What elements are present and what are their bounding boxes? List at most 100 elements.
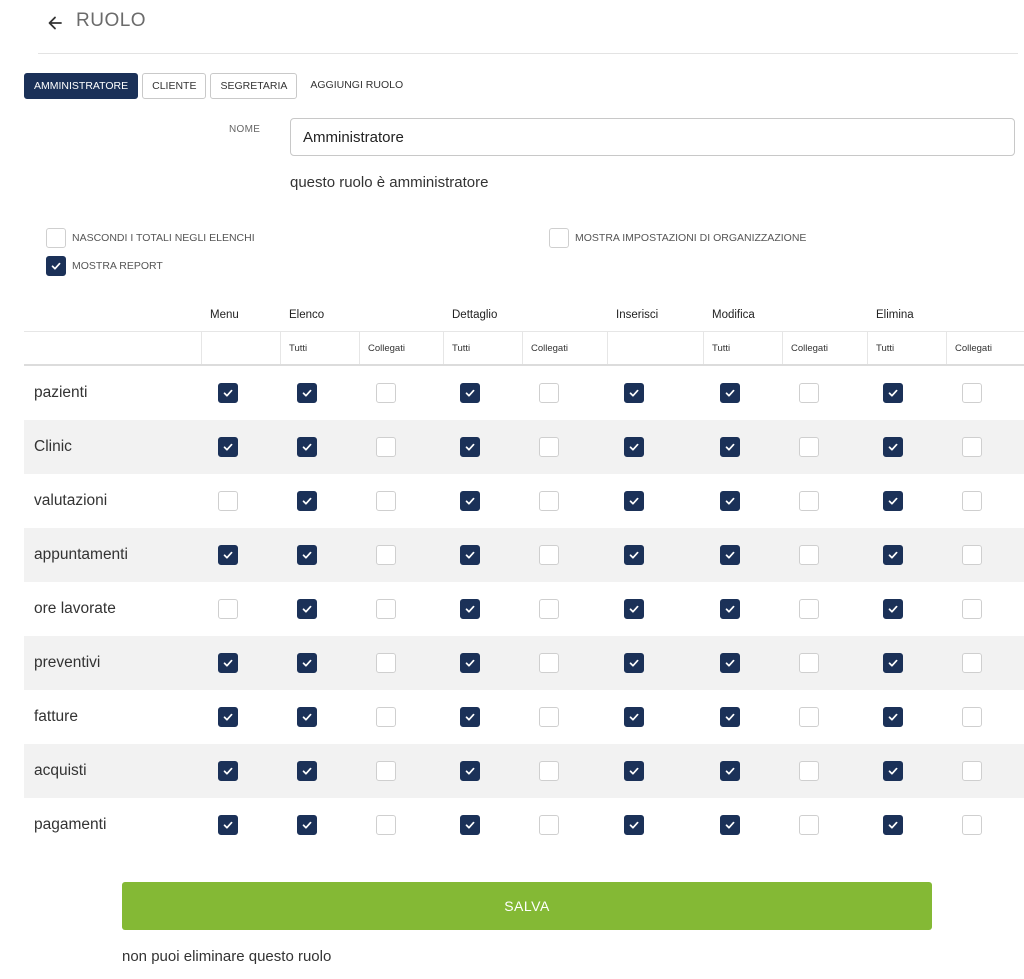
perm-elimina-collegati-checkbox[interactable] (962, 383, 982, 403)
perm-inserisci-checkbox[interactable] (624, 707, 644, 727)
perm-modifica-collegati-checkbox[interactable] (799, 815, 819, 835)
perm-inserisci-checkbox[interactable] (624, 383, 644, 403)
perm-menu-checkbox[interactable] (218, 653, 238, 673)
perm-modifica-tutti-checkbox[interactable] (720, 599, 740, 619)
perm-elimina-tutti-checkbox[interactable] (883, 599, 903, 619)
perm-inserisci-checkbox[interactable] (624, 545, 644, 565)
show-report-checkbox[interactable] (46, 256, 66, 276)
perm-dettaglio-tutti-checkbox[interactable] (460, 545, 480, 565)
tab-cliente[interactable]: CLIENTE (142, 73, 207, 99)
perm-elenco-tutti-checkbox[interactable] (297, 599, 317, 619)
save-button[interactable]: SALVA (122, 882, 932, 930)
perm-dettaglio-tutti-checkbox[interactable] (460, 491, 480, 511)
perm-elimina-collegati-checkbox[interactable] (962, 707, 982, 727)
option-show-report[interactable]: MOSTRA REPORT (46, 256, 163, 276)
show-org-settings-checkbox[interactable] (549, 228, 569, 248)
back-arrow-icon[interactable] (44, 12, 66, 34)
perm-dettaglio-collegati-checkbox[interactable] (539, 545, 559, 565)
perm-dettaglio-tutti-checkbox[interactable] (460, 815, 480, 835)
perm-elimina-tutti-checkbox[interactable] (883, 653, 903, 673)
perm-elenco-collegati-checkbox[interactable] (376, 761, 396, 781)
perm-elenco-tutti-checkbox[interactable] (297, 815, 317, 835)
perm-modifica-tutti-checkbox[interactable] (720, 545, 740, 565)
option-hide-totals[interactable]: NASCONDI I TOTALI NEGLI ELENCHI (46, 228, 255, 248)
perm-elenco-collegati-checkbox[interactable] (376, 707, 396, 727)
perm-inserisci-checkbox[interactable] (624, 437, 644, 457)
perm-elimina-collegati-checkbox[interactable] (962, 437, 982, 457)
perm-elimina-collegati-checkbox[interactable] (962, 815, 982, 835)
perm-menu-checkbox[interactable] (218, 815, 238, 835)
perm-dettaglio-tutti-checkbox[interactable] (460, 383, 480, 403)
perm-elenco-collegati-checkbox[interactable] (376, 653, 396, 673)
perm-dettaglio-collegati-checkbox[interactable] (539, 653, 559, 673)
perm-elenco-tutti-checkbox[interactable] (297, 545, 317, 565)
perm-dettaglio-collegati-checkbox[interactable] (539, 437, 559, 457)
perm-elimina-collegati-checkbox[interactable] (962, 761, 982, 781)
perm-elimina-tutti-checkbox[interactable] (883, 761, 903, 781)
perm-elenco-collegati-checkbox[interactable] (376, 437, 396, 457)
perm-elenco-tutti-checkbox[interactable] (297, 653, 317, 673)
perm-elenco-tutti-checkbox[interactable] (297, 383, 317, 403)
perm-elimina-collegati-checkbox[interactable] (962, 545, 982, 565)
perm-dettaglio-collegati-checkbox[interactable] (539, 815, 559, 835)
tab-amministratore[interactable]: AMMINISTRATORE (24, 73, 139, 99)
perm-elimina-tutti-checkbox[interactable] (883, 707, 903, 727)
perm-modifica-collegati-checkbox[interactable] (799, 761, 819, 781)
perm-elimina-collegati-checkbox[interactable] (962, 599, 982, 619)
perm-modifica-collegati-checkbox[interactable] (799, 599, 819, 619)
perm-modifica-tutti-checkbox[interactable] (720, 707, 740, 727)
perm-elimina-tutti-checkbox[interactable] (883, 491, 903, 511)
perm-modifica-collegati-checkbox[interactable] (799, 707, 819, 727)
perm-modifica-tutti-checkbox[interactable] (720, 437, 740, 457)
perm-elimina-collegati-checkbox[interactable] (962, 653, 982, 673)
option-show-org-settings[interactable]: MOSTRA IMPOSTAZIONI DI ORGANIZZAZIONE (549, 228, 806, 248)
perm-menu-checkbox[interactable] (218, 383, 238, 403)
perm-modifica-collegati-checkbox[interactable] (799, 545, 819, 565)
perm-modifica-tutti-checkbox[interactable] (720, 653, 740, 673)
perm-elenco-collegati-checkbox[interactable] (376, 491, 396, 511)
add-role-link[interactable]: AGGIUNGI RUOLO (301, 73, 412, 99)
perm-dettaglio-collegati-checkbox[interactable] (539, 491, 559, 511)
hide-totals-checkbox[interactable] (46, 228, 66, 248)
perm-dettaglio-collegati-checkbox[interactable] (539, 707, 559, 727)
perm-modifica-collegati-checkbox[interactable] (799, 653, 819, 673)
perm-menu-checkbox[interactable] (218, 491, 238, 511)
perm-modifica-collegati-checkbox[interactable] (799, 491, 819, 511)
perm-modifica-collegati-checkbox[interactable] (799, 437, 819, 457)
perm-dettaglio-tutti-checkbox[interactable] (460, 707, 480, 727)
perm-menu-checkbox[interactable] (218, 599, 238, 619)
perm-dettaglio-tutti-checkbox[interactable] (460, 653, 480, 673)
tab-segretaria[interactable]: SEGRETARIA (210, 73, 298, 99)
perm-modifica-tutti-checkbox[interactable] (720, 815, 740, 835)
perm-dettaglio-collegati-checkbox[interactable] (539, 761, 559, 781)
perm-dettaglio-collegati-checkbox[interactable] (539, 383, 559, 403)
perm-menu-checkbox[interactable] (218, 761, 238, 781)
perm-dettaglio-tutti-checkbox[interactable] (460, 761, 480, 781)
perm-modifica-tutti-checkbox[interactable] (720, 491, 740, 511)
perm-dettaglio-collegati-checkbox[interactable] (539, 599, 559, 619)
perm-elimina-collegati-checkbox[interactable] (962, 491, 982, 511)
perm-elenco-collegati-checkbox[interactable] (376, 815, 396, 835)
perm-elenco-tutti-checkbox[interactable] (297, 437, 317, 457)
perm-modifica-tutti-checkbox[interactable] (720, 383, 740, 403)
perm-elimina-tutti-checkbox[interactable] (883, 815, 903, 835)
perm-modifica-tutti-checkbox[interactable] (720, 761, 740, 781)
role-name-input[interactable] (290, 118, 1015, 156)
perm-inserisci-checkbox[interactable] (624, 599, 644, 619)
perm-elenco-tutti-checkbox[interactable] (297, 761, 317, 781)
perm-elimina-tutti-checkbox[interactable] (883, 383, 903, 403)
perm-dettaglio-tutti-checkbox[interactable] (460, 437, 480, 457)
perm-elenco-tutti-checkbox[interactable] (297, 491, 317, 511)
perm-elimina-tutti-checkbox[interactable] (883, 437, 903, 457)
perm-menu-checkbox[interactable] (218, 437, 238, 457)
perm-elenco-tutti-checkbox[interactable] (297, 707, 317, 727)
perm-inserisci-checkbox[interactable] (624, 815, 644, 835)
perm-elenco-collegati-checkbox[interactable] (376, 383, 396, 403)
perm-modifica-collegati-checkbox[interactable] (799, 383, 819, 403)
perm-inserisci-checkbox[interactable] (624, 653, 644, 673)
perm-elimina-tutti-checkbox[interactable] (883, 545, 903, 565)
perm-menu-checkbox[interactable] (218, 707, 238, 727)
perm-inserisci-checkbox[interactable] (624, 761, 644, 781)
perm-elenco-collegati-checkbox[interactable] (376, 545, 396, 565)
perm-dettaglio-tutti-checkbox[interactable] (460, 599, 480, 619)
